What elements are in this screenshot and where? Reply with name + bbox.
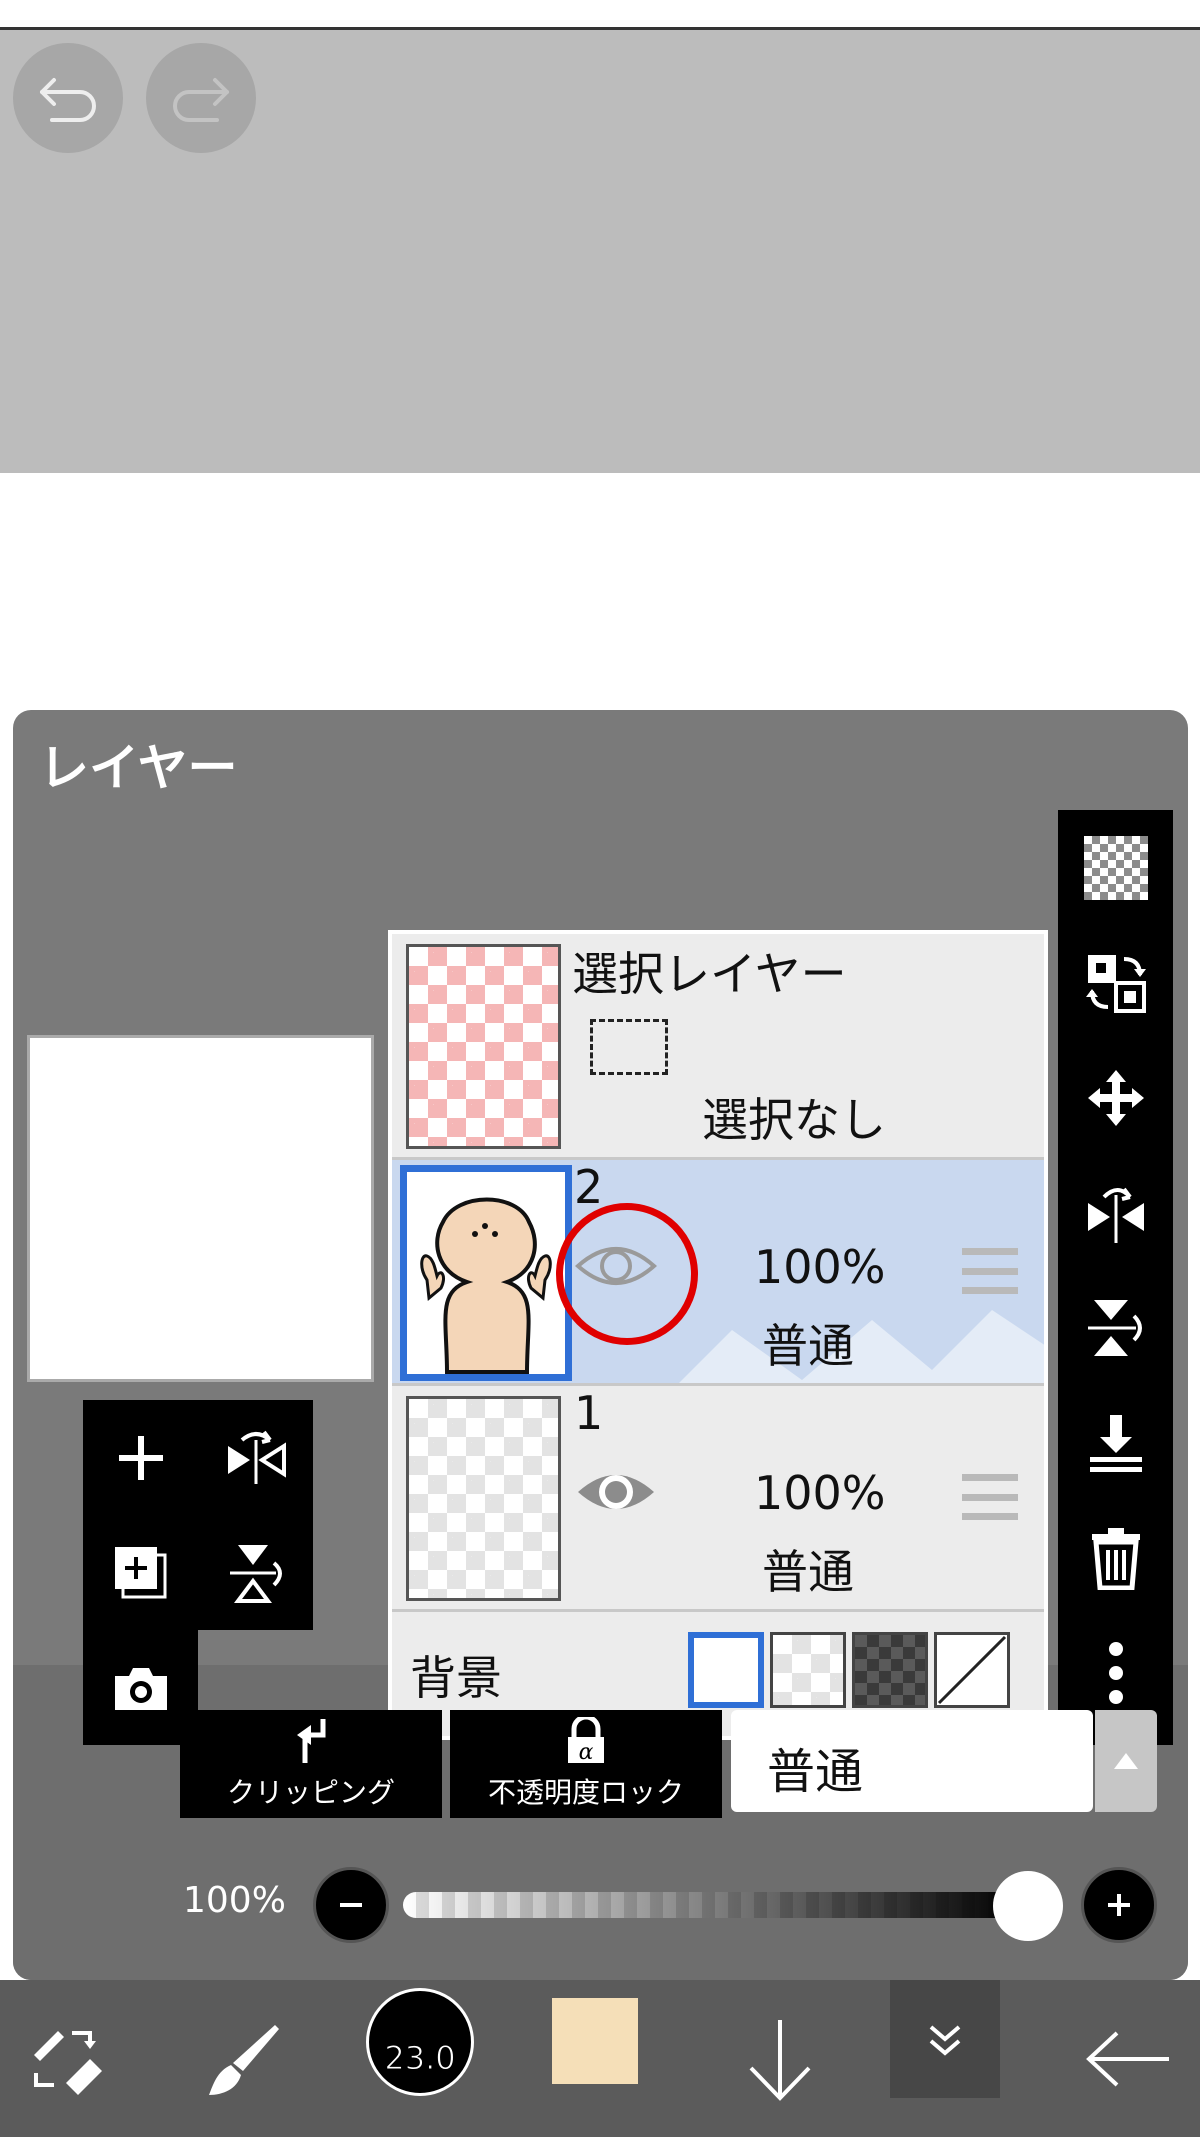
selection-status: 選択なし (702, 1093, 886, 1147)
redo-button[interactable] (146, 43, 256, 153)
redo-icon (173, 78, 229, 122)
flip-vertical-icon (229, 1544, 282, 1603)
character-drawing (420, 1197, 552, 1374)
layer-2-thumbnail (400, 1165, 572, 1381)
svg-text:α: α (579, 1740, 594, 1765)
back-button[interactable] (1060, 1980, 1195, 2137)
alpha-lock-button[interactable]: α 不透明度ロック (450, 1710, 722, 1818)
layer-row-1[interactable]: 1 100% 普通 (392, 1386, 1044, 1612)
opacity-slider-track[interactable] (403, 1892, 1053, 1918)
lock-alpha-icon: α (568, 1717, 604, 1765)
flip-horizontal-icon (1087, 1187, 1144, 1243)
flip-horizontal-layer-button[interactable] (198, 1400, 313, 1515)
bottom-toolbar: 23.0 (0, 1980, 1200, 2137)
plus-icon (1108, 1894, 1130, 1916)
color-swatch-button[interactable] (552, 1998, 638, 2084)
brush-icon (208, 2024, 279, 2095)
flip-vertical-layer-button[interactable] (198, 1515, 313, 1630)
merge-down-icon (1089, 1414, 1142, 1472)
clipping-button[interactable]: クリッピング (180, 1710, 442, 1818)
layer-2-blend-mode: 普通 (762, 1319, 854, 1373)
clipping-arrow-icon (297, 1719, 326, 1763)
blend-mode-dropdown-button[interactable] (1095, 1710, 1157, 1812)
alpha-lock-label: 不透明度ロック (487, 1776, 684, 1809)
flip-horizontal-icon (227, 1430, 286, 1484)
duplicate-layer-button[interactable] (83, 1515, 198, 1630)
move-layer-button[interactable] (1058, 1040, 1173, 1155)
triangle-up-icon (1114, 1753, 1138, 1769)
layer-down-button[interactable] (712, 1980, 847, 2137)
opacity-value: 100% (183, 1880, 286, 1921)
minus-icon (340, 1903, 362, 1907)
layer-1-thumbnail (406, 1396, 561, 1601)
layer-right-tools (1058, 810, 1173, 1745)
swap-layer-button[interactable] (1058, 925, 1173, 1040)
add-layer-button[interactable] (83, 1400, 198, 1515)
layer-1-opacity: 100% (754, 1466, 886, 1520)
layer-1-number: 1 (574, 1386, 604, 1440)
pen-eraser-swap-icon (33, 2030, 102, 2095)
slash-icon (937, 1635, 1007, 1705)
background-transparent-option[interactable] (770, 1632, 846, 1708)
flip-vertical-icon (1087, 1299, 1142, 1356)
checker-icon (1083, 835, 1148, 900)
background-label: 背景 (410, 1651, 502, 1705)
brush-size-value: 23.0 (384, 2039, 456, 2078)
undo-icon (40, 78, 96, 122)
brush-size-button[interactable]: 23.0 (366, 1988, 474, 2096)
tool-switch-button[interactable] (0, 1980, 135, 2137)
arrow-down-icon (749, 2019, 810, 2101)
move-icon (1087, 1069, 1144, 1126)
background-dark-option[interactable] (852, 1632, 928, 1708)
transparency-button[interactable] (1058, 810, 1173, 925)
layer-row-2[interactable]: 2 100% 普通 (392, 1160, 1044, 1386)
panel-title: レイヤー (39, 739, 238, 797)
layer-1-blend-mode: 普通 (762, 1545, 854, 1599)
layer-2-drag-handle[interactable] (962, 1248, 1018, 1294)
double-chevron-down-icon (929, 2025, 961, 2056)
annotation-circle (556, 1203, 698, 1345)
eye-icon (578, 1475, 654, 1509)
clipping-label: クリッピング (226, 1776, 395, 1809)
layer-preview (27, 1035, 374, 1382)
selection-layer-name: 選択レイヤー (572, 947, 847, 1001)
copy-layer-icon (114, 1546, 166, 1598)
trash-icon (1091, 1527, 1140, 1590)
layer-list: 選択レイヤー 選択なし 2 100% 普通 1 100% 普通 背景 (388, 930, 1048, 1740)
merge-down-button[interactable] (1058, 1385, 1173, 1500)
layer-2-number: 2 (574, 1160, 604, 1214)
layer-panel: レイヤー 選択レイヤー 選択なし 2 100% 普通 1 100% 普通 背景 … (13, 710, 1188, 1980)
layer-2-opacity: 100% (754, 1240, 886, 1294)
selection-marquee-icon (590, 1019, 668, 1075)
background-none-option[interactable] (934, 1632, 1010, 1708)
opacity-decrease-button[interactable] (313, 1867, 389, 1943)
opacity-increase-button[interactable] (1081, 1867, 1157, 1943)
selection-layer-thumbnail (406, 944, 561, 1149)
brush-tool-button[interactable] (175, 1980, 310, 2137)
opacity-slider-thumb[interactable] (993, 1871, 1063, 1941)
blend-mode-select[interactable]: 普通 (731, 1710, 1093, 1812)
selection-layer-row[interactable]: 選択レイヤー 選択なし (392, 934, 1044, 1160)
layer-1-visibility-toggle[interactable] (574, 1464, 658, 1524)
swap-icon (1085, 954, 1146, 1013)
more-vertical-icon (1108, 1641, 1123, 1704)
arrow-left-icon (1085, 2031, 1169, 2086)
layer-1-drag-handle[interactable] (962, 1474, 1018, 1520)
flip-vertical-button[interactable] (1058, 1270, 1173, 1385)
blend-mode-value: 普通 (767, 1744, 864, 1800)
layer-action-tools (83, 1400, 313, 1630)
flip-horizontal-button[interactable] (1058, 1155, 1173, 1270)
camera-icon (114, 1667, 167, 1710)
delete-layer-button[interactable] (1058, 1500, 1173, 1615)
undo-button[interactable] (13, 43, 123, 153)
background-white-option[interactable] (688, 1632, 764, 1708)
plus-icon (118, 1435, 163, 1480)
collapse-panel-button[interactable] (890, 1980, 1000, 2098)
